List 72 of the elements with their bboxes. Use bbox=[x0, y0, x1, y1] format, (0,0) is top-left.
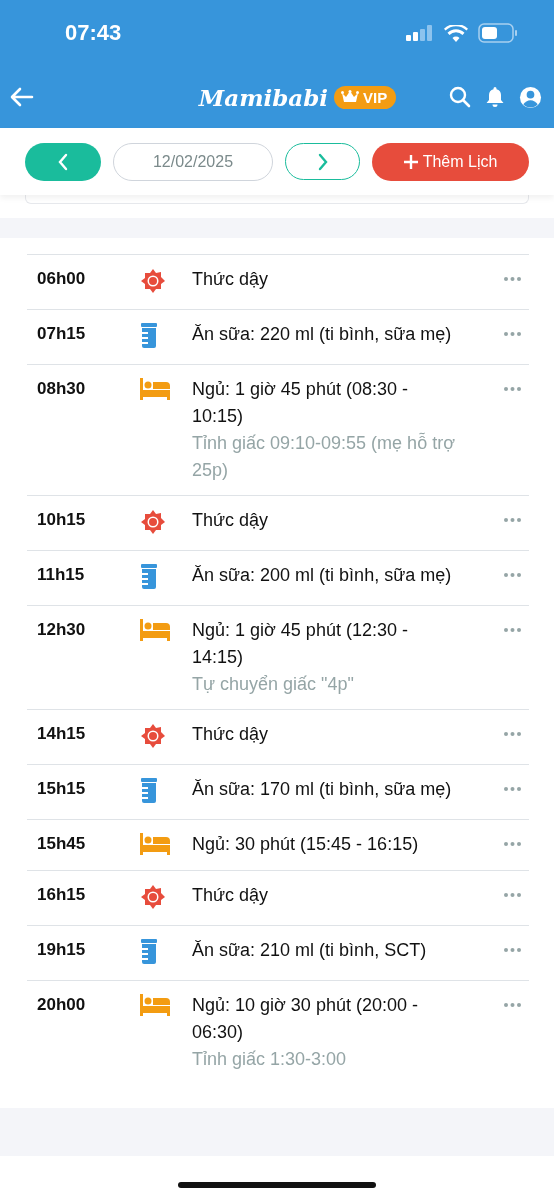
more-icon bbox=[504, 277, 521, 281]
entry-time: 08h30 bbox=[37, 378, 87, 400]
entry-note: Tỉnh giấc 1:30-3:00 bbox=[192, 1048, 348, 1071]
vip-label: VIP bbox=[363, 88, 388, 106]
sun-icon bbox=[140, 268, 166, 294]
more-icon bbox=[504, 387, 521, 391]
entry-time: 15h15 bbox=[37, 778, 87, 800]
entry-text: Ăn sữa: 220 ml (ti bình, sữa mẹ) bbox=[192, 323, 453, 346]
entry-text: Ăn sữa: 170 ml (ti bình, sữa mẹ) bbox=[192, 778, 453, 801]
entry-text: Ngủ: 1 giờ 45 phút (08:30 - 10:15) bbox=[192, 378, 409, 428]
crown-icon bbox=[341, 90, 360, 104]
status-time: 07:43 bbox=[65, 20, 122, 46]
battery-icon bbox=[478, 23, 518, 43]
entry-text: Thức dậy bbox=[192, 268, 270, 291]
more-icon bbox=[504, 573, 521, 577]
search-icon bbox=[449, 86, 471, 108]
entry-time: 14h15 bbox=[37, 723, 87, 745]
wifi-icon bbox=[444, 24, 468, 42]
entry-text: Ngủ: 10 giờ 30 phút (20:00 - 06:30) bbox=[192, 994, 419, 1044]
entry-text: Ngủ: 1 giờ 45 phút (12:30 - 14:15) bbox=[192, 619, 409, 669]
more-icon bbox=[504, 893, 521, 897]
signal-icon bbox=[406, 25, 434, 41]
entry-text: Ăn sữa: 200 ml (ti bình, sữa mẹ) bbox=[192, 564, 453, 587]
back-arrow-icon bbox=[10, 87, 34, 107]
more-icon bbox=[504, 332, 521, 336]
entry-note: Tỉnh giấc 09:10-09:55 (mẹ hỗ trợ 25p) bbox=[192, 431, 456, 482]
bottle-icon bbox=[140, 939, 158, 965]
more-icon bbox=[504, 732, 521, 736]
entry-time: 20h00 bbox=[37, 994, 87, 1016]
app-logo: Mamibabi bbox=[198, 83, 329, 111]
bed-icon bbox=[140, 833, 170, 855]
next-day-button[interactable] bbox=[285, 143, 360, 180]
bottle-icon bbox=[140, 778, 158, 804]
sun-icon bbox=[140, 723, 166, 749]
entry-time: 06h00 bbox=[37, 268, 87, 290]
entry-time: 16h15 bbox=[37, 884, 87, 906]
search-button[interactable] bbox=[449, 86, 471, 108]
sun-icon bbox=[140, 509, 166, 535]
more-icon bbox=[504, 787, 521, 791]
more-icon bbox=[504, 518, 521, 522]
profile-button[interactable] bbox=[519, 85, 542, 109]
bell-icon bbox=[485, 86, 505, 108]
add-schedule-button[interactable]: Thêm Lịch bbox=[372, 142, 529, 181]
more-icon bbox=[504, 948, 521, 952]
entry-note: Tự chuyển giấc "4p" bbox=[192, 673, 355, 696]
chevron-right-icon bbox=[316, 152, 329, 171]
back-button[interactable] bbox=[10, 87, 34, 107]
bottle-icon bbox=[140, 564, 158, 590]
entry-text: Thức dậy bbox=[192, 509, 270, 532]
entry-text: Thức dậy bbox=[192, 723, 270, 746]
more-icon bbox=[504, 628, 521, 632]
bed-icon bbox=[140, 378, 170, 400]
plus-icon bbox=[403, 154, 418, 169]
bed-icon bbox=[140, 619, 170, 641]
entry-text: Thức dậy bbox=[192, 884, 270, 907]
more-icon bbox=[504, 842, 521, 846]
entry-time: 07h15 bbox=[37, 323, 87, 345]
entry-text: Ăn sữa: 210 ml (ti bình, SCT) bbox=[192, 939, 428, 962]
entry-time: 19h15 bbox=[37, 939, 87, 961]
sun-icon bbox=[140, 884, 166, 910]
bottle-icon bbox=[140, 323, 158, 349]
chevron-left-icon bbox=[57, 152, 69, 171]
entry-text: Ngủ: 30 phút (15:45 - 16:15) bbox=[192, 833, 420, 856]
profile-icon bbox=[519, 85, 542, 109]
entry-time: 15h45 bbox=[37, 833, 87, 855]
bed-icon bbox=[140, 994, 170, 1016]
entry-time: 12h30 bbox=[37, 619, 87, 641]
more-icon bbox=[504, 1003, 521, 1007]
previous-day-button[interactable] bbox=[25, 142, 101, 181]
entry-time: 11h15 bbox=[37, 564, 86, 586]
notification-button[interactable] bbox=[485, 86, 505, 108]
entry-time: 10h15 bbox=[37, 509, 87, 531]
